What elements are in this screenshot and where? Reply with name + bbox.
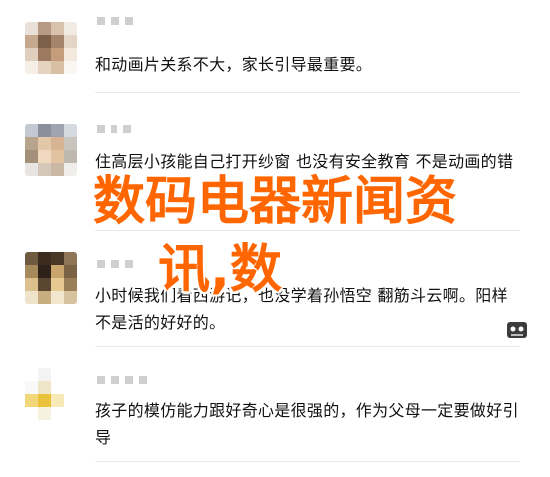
username-blurred [97,125,131,133]
avatar[interactable] [25,124,77,176]
avatar[interactable] [25,22,77,74]
username-blurred [97,17,133,25]
avatar[interactable] [25,368,77,420]
comment-text: 孩子的模仿能力跟好奇心是很强的，作为父母一定要做好引导 [95,401,519,447]
comment-text: 和动画片关系不大，家长引导最重要。 [95,55,373,74]
username-blurred [97,376,147,384]
divider [95,461,520,462]
divider [95,92,520,93]
comment-feed: 和动画片关系不大，家长引导最重要。 住高层小孩能自己打开纱窗 也没有安全教育 不… [0,0,550,477]
watermark-line-1: 数码电器新闻资 [92,172,457,232]
divider [95,346,520,347]
pet-sticker-icon [507,322,527,338]
comment-text: 住高层小孩能自己打开纱窗 也没有安全教育 不是动画的错 [95,152,514,171]
watermark-line-2: 讯,数 [158,240,282,300]
